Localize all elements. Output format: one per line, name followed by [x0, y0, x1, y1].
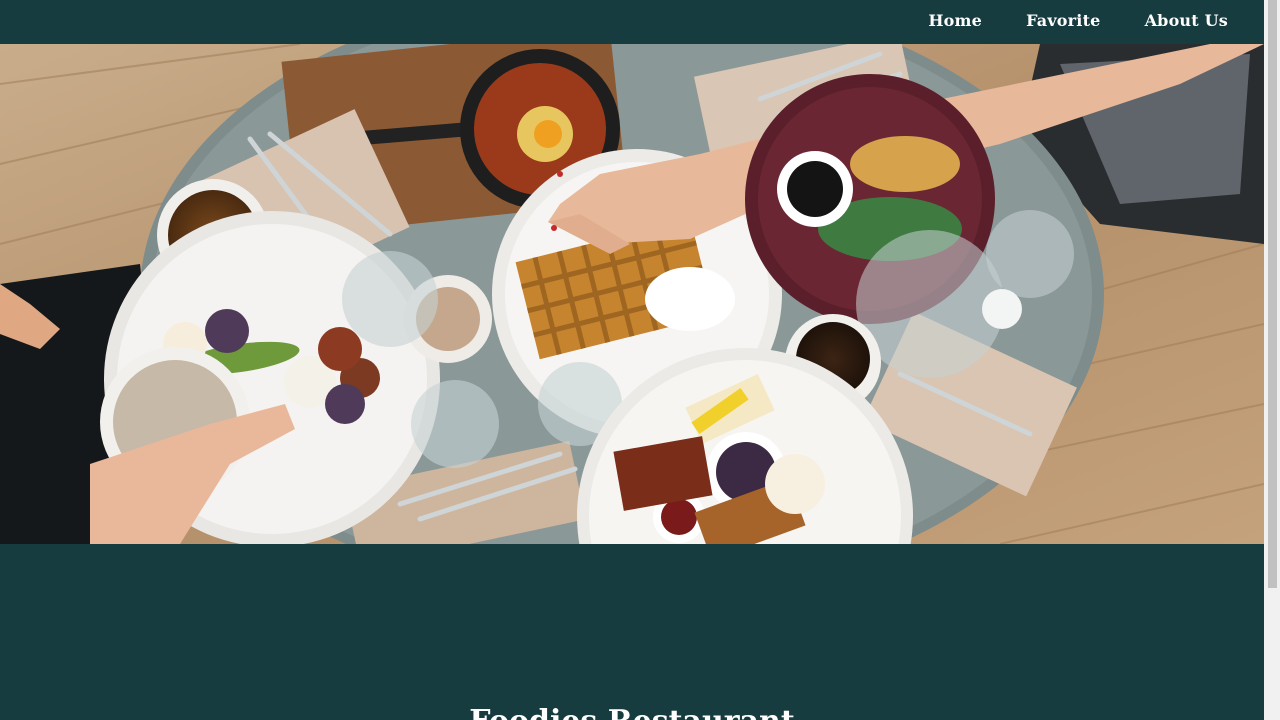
vertical-scrollbar[interactable]: [1264, 0, 1280, 720]
nav-link-about-us[interactable]: About Us: [1123, 11, 1250, 30]
nav-list: Home Favorite About Us: [906, 11, 1250, 30]
scrollbar-thumb[interactable]: [1268, 0, 1277, 588]
hero-food-photo: [0, 44, 1264, 544]
nav-item-home: Home: [906, 11, 1004, 30]
nav-item-favorite: Favorite: [1004, 11, 1123, 30]
main-content: Foodies Restaurant: [0, 544, 1264, 720]
nav-item-about-us: About Us: [1123, 11, 1250, 30]
restaurant-heading: Foodies Restaurant: [0, 704, 1264, 720]
nav-link-home[interactable]: Home: [906, 11, 1004, 30]
hero-image: [0, 44, 1264, 544]
nav-link-favorite[interactable]: Favorite: [1004, 11, 1123, 30]
page: Home Favorite About Us: [0, 0, 1264, 720]
top-navbar: Home Favorite About Us: [0, 0, 1264, 44]
